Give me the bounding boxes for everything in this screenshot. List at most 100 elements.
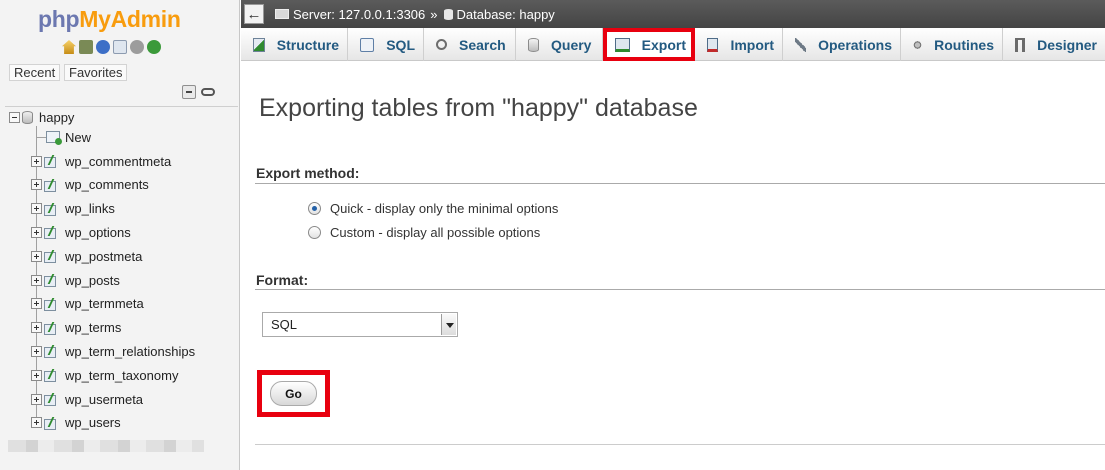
table-icon[interactable] <box>44 345 60 359</box>
phpmyadmin-logo[interactable]: phpMyAdmin <box>38 6 181 33</box>
method-custom-option[interactable]: Custom - display all possible options <box>308 225 540 240</box>
expand-icon[interactable] <box>31 345 42 357</box>
tab-operations[interactable]: Operations <box>783 28 901 61</box>
tree-table-item[interactable]: wp_options <box>31 222 131 242</box>
tree-stub <box>36 137 46 138</box>
divider <box>255 183 1105 184</box>
table-icon[interactable] <box>44 179 60 192</box>
tree-table-item[interactable]: wp_termmeta <box>31 294 144 314</box>
expand-icon[interactable] <box>31 369 42 381</box>
table-icon[interactable] <box>44 155 60 168</box>
tree-table-label[interactable]: wp_comments <box>65 177 149 192</box>
tab-structure[interactable]: Structure <box>241 28 348 61</box>
table-icon[interactable] <box>44 369 60 383</box>
table-icon[interactable] <box>44 203 60 216</box>
tree-table-label[interactable]: wp_term_taxonomy <box>65 368 178 383</box>
nav-icon-row <box>62 40 161 54</box>
tab-export[interactable]: Export <box>603 28 695 61</box>
expand-icon[interactable] <box>31 250 42 262</box>
tree-table-item[interactable]: wp_users <box>31 413 121 433</box>
expand-icon[interactable] <box>31 226 42 238</box>
quick-radio[interactable] <box>308 202 321 215</box>
tree-table-item[interactable]: wp_term_relationships <box>31 341 195 361</box>
tab-label: Operations <box>818 36 892 53</box>
tab-sql[interactable]: SQL <box>348 28 424 61</box>
tree-table-label[interactable]: wp_users <box>65 415 121 430</box>
tree-table-label[interactable]: wp_usermeta <box>65 392 143 407</box>
expand-icon[interactable] <box>31 155 42 167</box>
tree-table-item[interactable]: wp_commentmeta <box>31 151 171 171</box>
tree-table-label[interactable]: wp_terms <box>65 320 121 335</box>
breadcrumb-database[interactable]: Database: happy <box>457 7 555 22</box>
table-icon[interactable] <box>44 250 60 264</box>
tree-table-item[interactable]: wp_term_taxonomy <box>31 365 178 385</box>
home-icon[interactable] <box>62 40 76 54</box>
format-select[interactable]: SQL <box>262 312 458 337</box>
wrench-icon <box>795 37 807 52</box>
tree-new-table[interactable]: New <box>36 127 91 147</box>
tree-table-item[interactable]: wp_comments <box>31 175 149 195</box>
reload-icon[interactable] <box>147 40 161 54</box>
help-icon[interactable] <box>96 40 110 54</box>
back-arrow-icon[interactable]: ← <box>244 4 264 24</box>
tree-table-item[interactable]: wp_links <box>31 199 115 219</box>
settings-icon[interactable] <box>130 40 144 54</box>
table-icon[interactable] <box>44 274 60 287</box>
expand-icon[interactable] <box>31 393 42 405</box>
tree-table-label[interactable]: wp_postmeta <box>65 249 142 264</box>
link-with-main-icon[interactable] <box>201 88 215 96</box>
tab-query[interactable]: Query <box>516 28 603 61</box>
tree-new-label[interactable]: New <box>65 130 91 145</box>
go-button[interactable]: Go <box>270 381 317 406</box>
expand-icon[interactable] <box>31 417 42 429</box>
method-quick-option[interactable]: Quick - display only the minimal options <box>308 201 558 216</box>
import-icon <box>707 37 719 52</box>
table-icon[interactable] <box>44 226 60 240</box>
tree-table-item[interactable]: wp_postmeta <box>31 246 142 266</box>
exit-icon[interactable] <box>79 40 93 54</box>
docs-icon[interactable] <box>113 40 127 54</box>
tree-table-label[interactable]: wp_posts <box>65 273 120 288</box>
expand-icon[interactable] <box>31 203 42 215</box>
tree-table-label[interactable]: wp_termmeta <box>65 296 144 311</box>
tab-import[interactable]: Import <box>695 28 783 61</box>
tab-label: Query <box>551 36 592 53</box>
tree-table-item[interactable]: wp_terms <box>31 318 121 338</box>
tree-table-label[interactable]: wp_links <box>65 201 115 216</box>
tab-label: SQL <box>386 36 415 53</box>
table-icon[interactable] <box>44 417 60 430</box>
tab-designer[interactable]: Designer <box>1003 28 1105 61</box>
expand-icon[interactable] <box>31 322 42 334</box>
routines-icon <box>913 37 923 52</box>
tab-search[interactable]: Search <box>424 28 516 61</box>
tree-table-label[interactable]: wp_commentmeta <box>65 154 171 169</box>
expand-icon[interactable] <box>31 298 42 310</box>
tree-db-happy[interactable]: happy <box>9 107 74 127</box>
tree-table-item[interactable]: wp_usermeta <box>31 389 143 409</box>
custom-radio[interactable] <box>308 226 321 239</box>
navigation-panel: phpMyAdmin Recent Favorites happy New wp… <box>0 0 240 470</box>
recent-tab[interactable]: Recent <box>9 64 61 81</box>
tree-table-item[interactable]: wp_posts <box>31 270 120 290</box>
divider <box>255 289 1105 290</box>
expand-icon[interactable] <box>31 274 42 286</box>
quick-label[interactable]: Quick - display only the minimal options <box>330 201 558 216</box>
tree-db-label[interactable]: happy <box>39 110 74 125</box>
table-icon[interactable] <box>44 393 60 406</box>
expand-icon[interactable] <box>31 179 42 191</box>
format-value: SQL <box>271 317 298 332</box>
tree-table-label[interactable]: wp_options <box>65 225 131 240</box>
table-icon[interactable] <box>44 322 60 335</box>
tree-table-label[interactable]: wp_term_relationships <box>65 344 195 359</box>
logo-php-text: php <box>38 6 80 32</box>
breadcrumb-server[interactable]: Server: 127.0.0.1:3306 <box>293 7 425 22</box>
table-icon[interactable] <box>44 298 60 311</box>
custom-label[interactable]: Custom - display all possible options <box>330 225 540 240</box>
chevron-down-icon[interactable] <box>441 314 456 335</box>
format-label: Format: <box>256 272 309 288</box>
favorites-tab[interactable]: Favorites <box>64 64 128 81</box>
tab-routines[interactable]: Routines <box>901 28 1003 61</box>
collapse-all-icon[interactable] <box>182 85 196 99</box>
sql-icon <box>360 37 375 52</box>
collapse-icon[interactable] <box>9 111 20 123</box>
